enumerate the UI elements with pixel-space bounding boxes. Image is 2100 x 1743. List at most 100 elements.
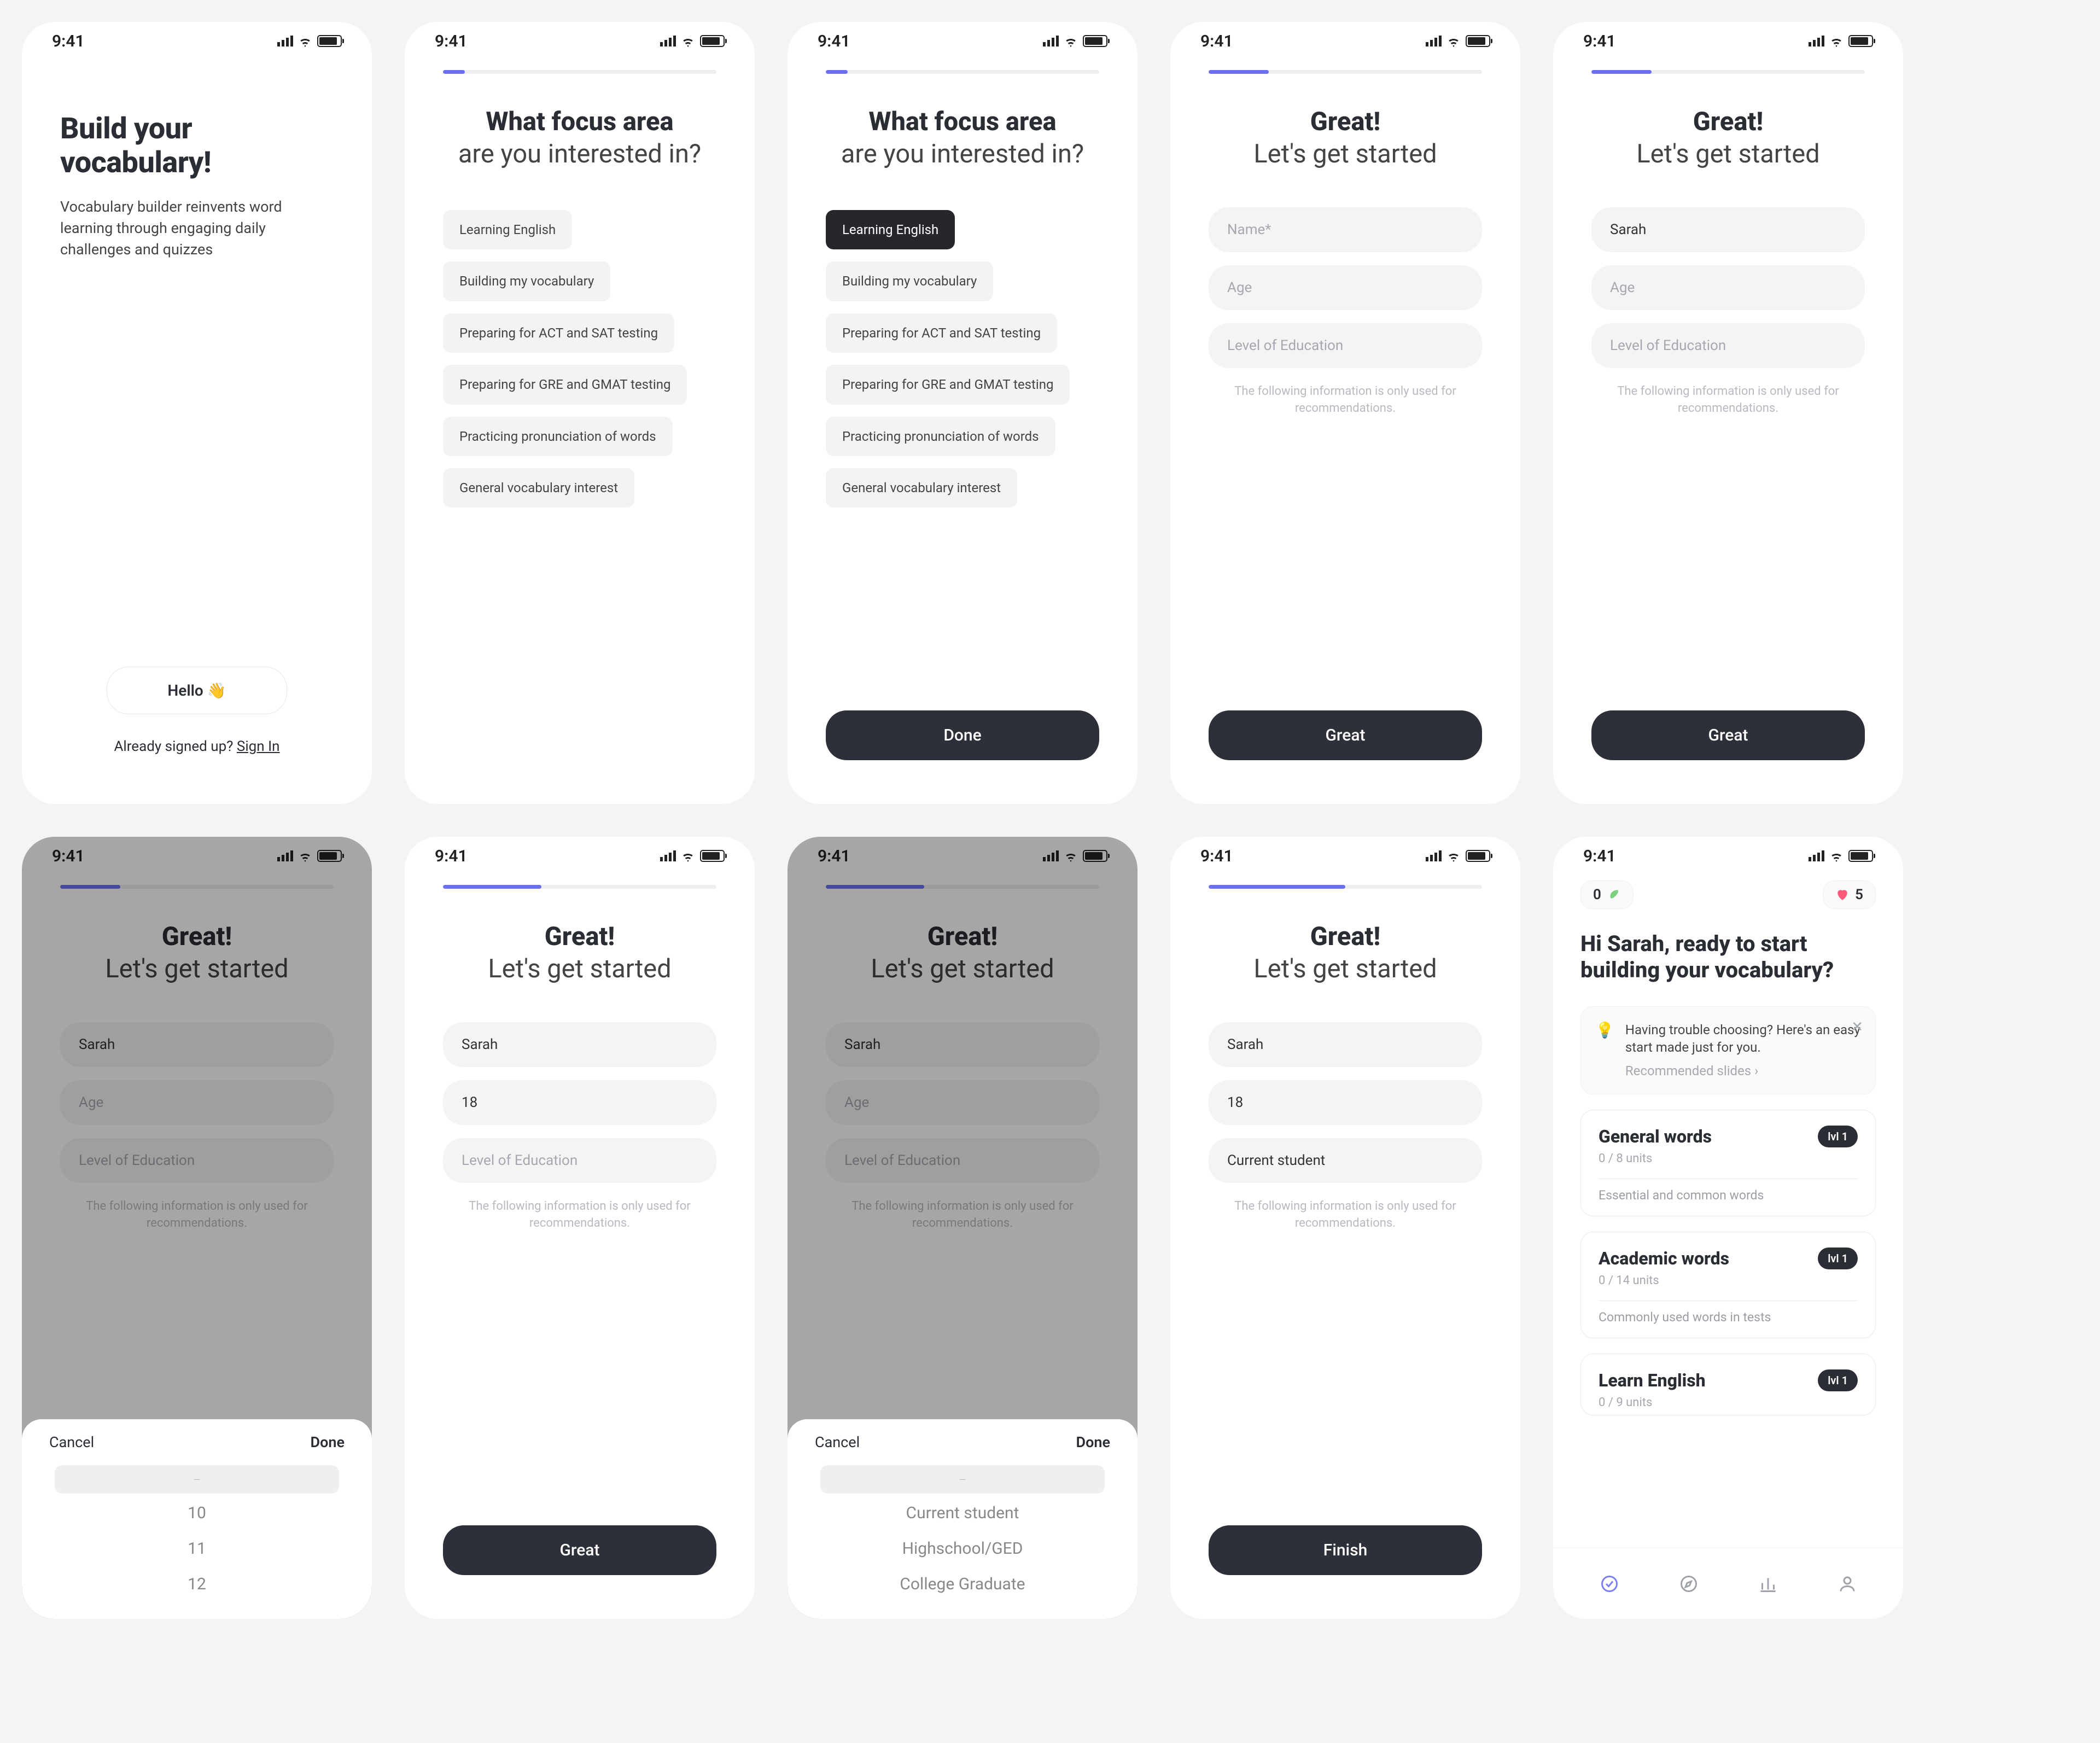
great-button[interactable]: Great: [1209, 710, 1482, 760]
picker-row[interactable]: College Graduate: [900, 1568, 1025, 1600]
word-deck-card[interactable]: Academic words lvl 1 0 / 14 units Common…: [1580, 1232, 1876, 1338]
status-time: 9:41: [435, 847, 468, 866]
signin-row: Already signed up? Sign In: [60, 738, 334, 755]
status-time: 9:41: [52, 847, 85, 866]
deck-title: General words: [1599, 1126, 1712, 1147]
tab-home[interactable]: [1599, 1573, 1620, 1595]
deck-units: 0 / 9 units: [1599, 1396, 1858, 1409]
age-field[interactable]: Age: [60, 1080, 334, 1125]
screen-focus-2: 9:41 What focus area are you interested …: [788, 22, 1138, 804]
done-button[interactable]: Done: [826, 710, 1099, 760]
form-hint: The following information is only used f…: [60, 1198, 334, 1232]
name-field[interactable]: Sarah: [443, 1022, 716, 1067]
focus-option[interactable]: Practicing pronunciation of words: [443, 417, 673, 456]
tab-profile[interactable]: [1836, 1573, 1858, 1595]
recommended-link[interactable]: Recommended slides ›: [1625, 1062, 1861, 1080]
focus-option[interactable]: Practicing pronunciation of words: [826, 417, 1055, 456]
profile-title: Great! Let's get started: [443, 922, 716, 984]
dashboard-greeting: Hi Sarah, ready to start building your v…: [1580, 931, 1876, 983]
education-field[interactable]: Level of Education: [1209, 323, 1482, 368]
progress-bar: [1209, 885, 1482, 889]
picker-row[interactable]: —: [820, 1465, 1105, 1494]
age-field[interactable]: Age: [1591, 265, 1865, 310]
education-field[interactable]: Level of Education: [1591, 323, 1865, 368]
picker-row[interactable]: —: [55, 1465, 339, 1494]
name-field[interactable]: Name*: [1209, 207, 1482, 252]
battery-icon: [317, 35, 342, 47]
status-time: 9:41: [1583, 847, 1616, 866]
great-button[interactable]: Great: [443, 1525, 716, 1575]
status-time: 9:41: [1200, 32, 1233, 51]
progress-bar: [1591, 70, 1865, 74]
focus-option[interactable]: Learning English: [826, 210, 955, 249]
deck-units: 0 / 8 units: [1599, 1152, 1858, 1165]
level-badge: lvl 1: [1818, 1126, 1858, 1147]
hearts-pill[interactable]: 5: [1823, 881, 1876, 909]
name-field[interactable]: Sarah: [60, 1022, 334, 1067]
focus-option[interactable]: Building my vocabulary: [443, 261, 610, 301]
picker-row[interactable]: Current student: [906, 1497, 1019, 1529]
status-bar: 9:41: [1170, 22, 1520, 60]
age-field[interactable]: Age: [826, 1080, 1099, 1125]
hello-button[interactable]: Hello 👋: [107, 667, 287, 714]
focus-option[interactable]: Preparing for GRE and GMAT testing: [443, 365, 687, 404]
picker-wheel[interactable]: — 10 11 12: [49, 1465, 345, 1600]
education-field[interactable]: Level of Education: [443, 1138, 716, 1183]
notice-card[interactable]: 💡 Having trouble choosing? Here's an eas…: [1580, 1006, 1876, 1094]
screen-profile-complete: 9:41 Great! Let's get started Sarah 18 C…: [1170, 837, 1520, 1619]
focus-option[interactable]: Learning English: [443, 210, 572, 249]
picker-row[interactable]: 10: [188, 1497, 206, 1529]
picker-sheet: Cancel Done — 10 11 12: [22, 1419, 372, 1619]
name-field[interactable]: Sarah: [1209, 1022, 1482, 1067]
tab-stats[interactable]: [1757, 1573, 1779, 1595]
picker-done[interactable]: Done: [311, 1433, 345, 1451]
welcome-subtitle: Vocabulary builder reinvents word learni…: [60, 196, 334, 260]
status-icons: [277, 35, 342, 47]
focus-options: Learning English Building my vocabulary …: [443, 210, 716, 508]
picker-done[interactable]: Done: [1076, 1433, 1110, 1451]
name-field[interactable]: Sarah: [1591, 207, 1865, 252]
progress-bar: [826, 885, 1099, 889]
picker-wheel[interactable]: — Current student Highschool/GED College…: [815, 1465, 1110, 1600]
finish-button[interactable]: Finish: [1209, 1525, 1482, 1575]
heart-icon: [1835, 888, 1850, 902]
name-field[interactable]: Sarah: [826, 1022, 1099, 1067]
word-deck-card[interactable]: Learn English lvl 1 0 / 9 units: [1580, 1354, 1876, 1415]
focus-option[interactable]: Preparing for ACT and SAT testing: [443, 313, 674, 353]
progress-bar: [60, 885, 334, 889]
status-time: 9:41: [52, 32, 85, 51]
great-button[interactable]: Great: [1591, 710, 1865, 760]
signin-link[interactable]: Sign In: [237, 738, 280, 755]
age-field[interactable]: Age: [1209, 265, 1482, 310]
focus-option[interactable]: General vocabulary interest: [826, 468, 1017, 508]
education-field[interactable]: Current student: [1209, 1138, 1482, 1183]
age-field[interactable]: 18: [443, 1080, 716, 1125]
status-bar: 9:41: [788, 22, 1138, 60]
age-field[interactable]: 18: [1209, 1080, 1482, 1125]
focus-option[interactable]: Preparing for ACT and SAT testing: [826, 313, 1057, 353]
education-field[interactable]: Level of Education: [826, 1138, 1099, 1183]
picker-cancel[interactable]: Cancel: [49, 1433, 94, 1451]
word-deck-card[interactable]: General words lvl 1 0 / 8 units Essentia…: [1580, 1110, 1876, 1216]
streak-pill[interactable]: 0: [1580, 881, 1634, 909]
signal-icon: [277, 36, 293, 46]
status-bar: 9:41: [22, 22, 372, 60]
picker-cancel[interactable]: Cancel: [815, 1433, 860, 1451]
tab-explore[interactable]: [1678, 1573, 1700, 1595]
close-icon[interactable]: ✕: [1851, 1019, 1863, 1035]
focus-option[interactable]: Building my vocabulary: [826, 261, 993, 301]
level-badge: lvl 1: [1818, 1369, 1858, 1391]
picker-row[interactable]: 12: [188, 1568, 206, 1600]
screen-welcome: 9:41 Build yourvocabulary! Vocabulary bu…: [22, 22, 372, 804]
status-bar: 9:41: [22, 837, 372, 875]
status-bar: 9:41: [405, 22, 755, 60]
focus-option[interactable]: Preparing for GRE and GMAT testing: [826, 365, 1070, 404]
picker-row[interactable]: Highschool/GED: [902, 1532, 1023, 1565]
focus-option[interactable]: General vocabulary interest: [443, 468, 634, 508]
picker-row[interactable]: 11: [188, 1532, 206, 1565]
profile-title: Great! Let's get started: [1209, 922, 1482, 984]
status-bar: 9:41: [405, 837, 755, 875]
education-field[interactable]: Level of Education: [60, 1138, 334, 1183]
progress-bar: [1209, 70, 1482, 74]
progress-bar: [443, 885, 716, 889]
